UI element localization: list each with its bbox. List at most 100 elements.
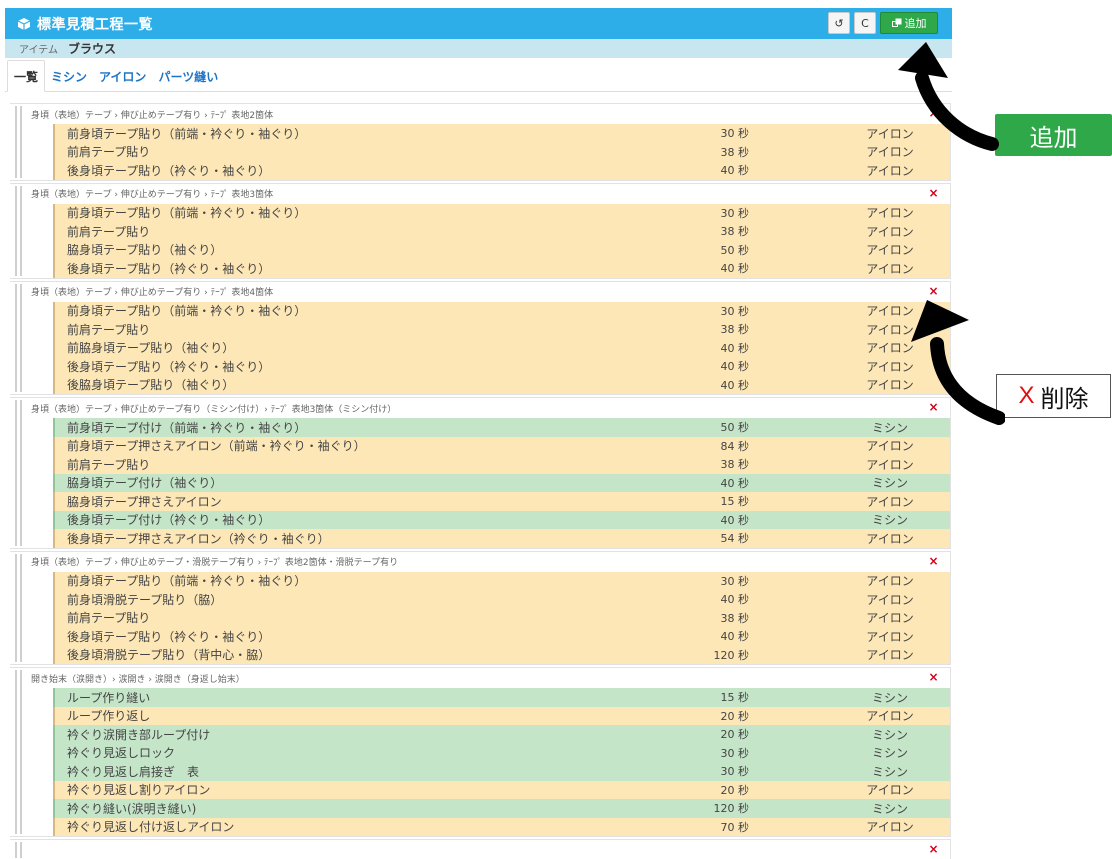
process-row[interactable]: ループ作り返し 20 秒 アイロン [53, 706, 950, 725]
group-path-label: 身頃（表地）テープ › 伸び止めテープ・滑脱テープ有り › ﾃｰﾌﾟ 表地2箇体… [31, 558, 399, 568]
process-row[interactable]: 前肩テープ貼り 38 秒アイロン [53, 608, 950, 627]
undo-button[interactable]: ↺ [828, 12, 850, 34]
group-path: 身頃（表地）テープ › 伸び止めテープ・滑脱テープ有り › ﾃｰﾌﾟ 表地2箇体… [31, 552, 950, 572]
process-type: アイロン [866, 820, 914, 835]
delete-icon[interactable]: × [928, 555, 939, 567]
process-row[interactable]: 後身頃テープ貼り（衿ぐり・袖ぐり） 40 秒アイロン [53, 161, 950, 180]
process-time: 40 秒 [720, 593, 750, 607]
process-group: 身頃（表地）テープ › 伸び止めテープ有り › ﾃｰﾌﾟ 表地4箇体 × 前身頃テー… [10, 280, 951, 395]
add-button-label: 追加 [904, 17, 927, 30]
process-name: 前身頃テープ貼り（前端・衿ぐり・袖ぐり） [67, 206, 307, 221]
process-row[interactable]: 脇身頃テープ貼り（袖ぐり） 50 秒 アイロン [53, 240, 950, 259]
process-row[interactable]: 衿ぐり縫い(涙明き縫い) 120 秒 ミシン [53, 799, 950, 818]
process-time: 40 秒 [720, 513, 750, 527]
add-button[interactable]: 追加 [880, 12, 938, 34]
delete-icon[interactable]: × [928, 285, 939, 297]
process-row[interactable]: 前身頃テープ貼り（前端・衿ぐり・袖ぐり） 30 秒アイロン [53, 203, 950, 222]
process-name: 後脇身頃テープ貼り（袖ぐり） [67, 378, 235, 393]
process-row[interactable]: 前肩テープ貼り 38 秒アイロン [53, 455, 950, 474]
process-time: 50 秒 [720, 243, 750, 257]
process-name: 前身頃テープ押さえアイロン（前端・衿ぐり・袖ぐり） [67, 439, 366, 454]
process-row[interactable]: 後身頃テープ貼り（衿ぐり・袖ぐり） 40 秒アイロン [53, 627, 950, 646]
process-name: 前肩テープ貼り [67, 457, 151, 472]
page-title: 標準見積工程一覧 [37, 16, 153, 33]
process-row[interactable]: 後脇身頃テープ貼り（袖ぐり） 40 秒アイロン [53, 375, 950, 394]
item-bar: アイテム ブラウス [5, 39, 952, 58]
process-time: 40 秒 [720, 476, 750, 490]
delete-callout: X 削除 [996, 374, 1111, 418]
refresh-button[interactable]: C [854, 12, 876, 34]
process-row[interactable]: 前身頃テープ押さえアイロン（前端・衿ぐり・袖ぐり） 84 秒 アイロン [53, 436, 950, 455]
process-row[interactable]: 衿ぐり見返し肩接ぎ 表 30 秒 ミシン [53, 762, 950, 781]
process-type: アイロン [866, 629, 914, 644]
process-time: 70 秒 [720, 820, 750, 834]
process-time: 20 秒 [720, 709, 750, 723]
process-type: ミシン [871, 764, 908, 779]
process-row[interactable]: 後身頃テープ付け（衿ぐり・袖ぐり） 40 秒 ミシン [53, 510, 950, 529]
process-time: 40 秒 [720, 378, 750, 392]
process-name: 前肩テープ貼り [67, 224, 151, 239]
tab-iron[interactable]: アイロン [93, 61, 152, 91]
delete-icon[interactable]: × [928, 671, 939, 683]
process-row[interactable]: 前脇身頃テープ貼り（袖ぐり） 40 秒アイロン [53, 338, 950, 357]
process-row[interactable]: 前身頃滑脱テープ貼り（脇） 40 秒 アイロン [53, 590, 950, 609]
process-name: 衿ぐり涙開き部ループ付け [67, 727, 211, 742]
title-bar: 標準見積工程一覧 ↺ C 追加 [5, 8, 952, 39]
process-row[interactable]: 衿ぐり涙開き部ループ付け 20 秒 ミシン [53, 725, 950, 744]
process-row[interactable]: 衿ぐり見返し付け返しアイロン 70 秒 アイロン [53, 817, 950, 836]
process-name: 衿ぐり見返し肩接ぎ 表 [67, 764, 200, 779]
process-name: 後身頃滑脱テープ貼り（背中心・脇） [67, 648, 271, 663]
process-row[interactable]: 前肩テープ貼り 38 秒アイロン [53, 142, 950, 161]
delete-icon[interactable]: × [928, 187, 939, 199]
tab-parts-sewing[interactable]: パーツ縫い [152, 61, 224, 91]
process-row[interactable]: 前身頃テープ貼り（前端・衿ぐり・袖ぐり） 30 秒アイロン [53, 124, 950, 143]
delete-icon[interactable]: × [928, 843, 939, 855]
process-row[interactable]: 衿ぐり見返しロック 30 秒 ミシン [53, 743, 950, 762]
process-row[interactable]: 前身頃テープ貼り（前端・衿ぐり・袖ぐり） 30 秒アイロン [53, 301, 950, 320]
tab-mishin[interactable]: ミシン [45, 61, 93, 91]
process-row[interactable]: 前身頃テープ貼り（前端・衿ぐり・袖ぐり） 30 秒アイロン [53, 571, 950, 590]
process-row[interactable]: 後身頃テープ押さえアイロン（衿ぐり・袖ぐり） 54 秒 アイロン [53, 529, 950, 548]
process-name: 脇身頃テープ付け（袖ぐり） [67, 476, 223, 491]
process-time: 15 秒 [720, 495, 750, 509]
process-row[interactable]: 後身頃テープ貼り（衿ぐり・袖ぐり） 40 秒アイロン [53, 259, 950, 278]
process-type: ミシン [871, 801, 908, 816]
process-time: 30 秒 [720, 574, 750, 588]
process-name: 前肩テープ貼り [67, 611, 151, 626]
process-group: 身頃（表地）テープ › 伸び止めテープ・滑脱テープ有り › ﾃｰﾌﾟ 表地2箇体… [10, 550, 951, 665]
arrow-to-add-icon [898, 42, 999, 151]
process-name: 脇身頃テープ押さえアイロン [67, 494, 222, 509]
group-path: 身頃（表地）テープ › 伸び止めテープ有り › ﾃｰﾌﾟ 表地4箇体 × [31, 282, 950, 302]
process-name: 衿ぐり見返し割りアイロン [67, 783, 211, 798]
process-row[interactable]: ループ作り縫い 15 秒 ミシン [53, 688, 950, 707]
process-time: 38 秒 [720, 225, 750, 239]
process-type: アイロン [866, 457, 914, 472]
process-name: 前身頃テープ付け（前端・衿ぐり・袖ぐり） [67, 420, 307, 435]
process-group: 身頃（表地）テープ › 伸び止めテープ有り › ﾃｰﾌﾟ 表地2箇体 × 前身頃テー… [10, 103, 951, 181]
group-path: × [31, 840, 950, 859]
process-row[interactable]: 前肩テープ貼り 38 秒アイロン [53, 320, 950, 339]
process-type: アイロン [866, 592, 914, 607]
arrow-to-delete-icon [911, 300, 1005, 425]
process-time: 20 秒 [720, 783, 750, 797]
process-time: 20 秒 [720, 728, 750, 742]
process-row[interactable]: 後身頃テープ貼り（衿ぐり・袖ぐり） 40 秒アイロン [53, 357, 950, 376]
process-name: 前肩テープ貼り [67, 145, 151, 160]
process-row[interactable]: 脇身頃テープ押さえアイロン 15 秒 アイロン [53, 492, 950, 511]
process-row[interactable]: 前身頃テープ付け（前端・衿ぐり・袖ぐり） 50 秒ミシン [53, 418, 950, 437]
process-name: 衿ぐり見返しロック [67, 746, 176, 761]
tab-list[interactable]: 一覧 [7, 60, 46, 92]
process-name: 前身頃滑脱テープ貼り（脇） [67, 592, 223, 607]
process-row[interactable]: 後身頃滑脱テープ貼り（背中心・脇） 120 秒 アイロン [53, 645, 950, 664]
refresh-icon: C [861, 16, 869, 30]
app-window: 標準見積工程一覧 ↺ C 追加 アイテム ブラウス 一覧 ミシン アイロン パー… [5, 8, 952, 859]
process-type: アイロン [866, 648, 914, 663]
process-row[interactable]: 前肩テープ貼り 38 秒アイロン [53, 222, 950, 241]
group-path: 身頃（表地）テープ › 伸び止めテープ有り › ﾃｰﾌﾟ 表地2箇体 × [31, 104, 950, 124]
process-type: アイロン [866, 574, 914, 589]
process-type: アイロン [866, 611, 914, 626]
process-row[interactable]: 脇身頃テープ付け（袖ぐり） 40 秒 ミシン [53, 473, 950, 492]
process-time: 30 秒 [720, 206, 750, 220]
add-callout: 追加 [995, 114, 1112, 156]
process-row[interactable]: 衿ぐり見返し割りアイロン 20 秒 アイロン [53, 780, 950, 799]
